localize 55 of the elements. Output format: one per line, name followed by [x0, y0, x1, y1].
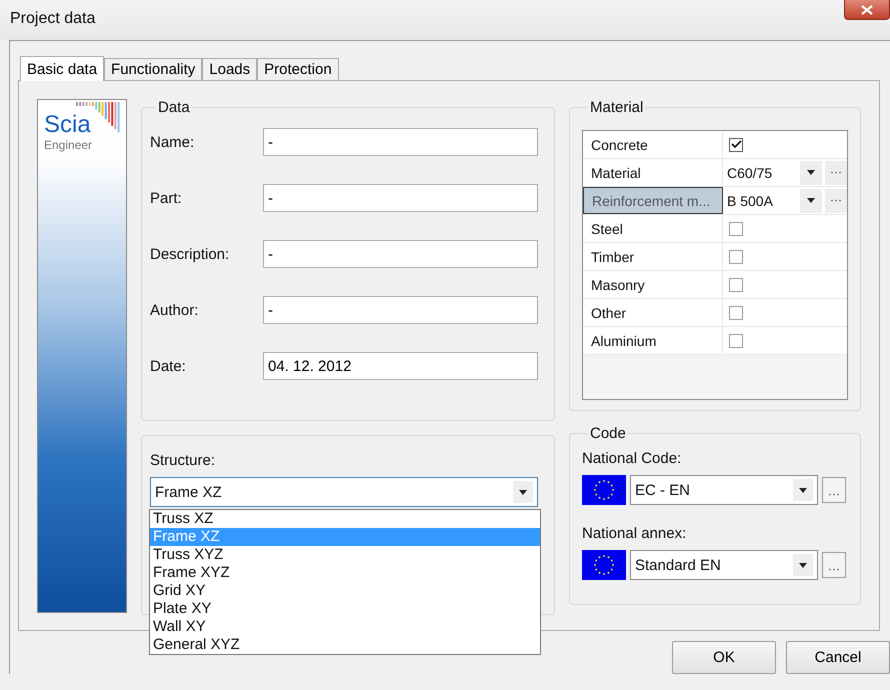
dropdown-option[interactable]: General XYZ: [150, 636, 540, 654]
dropdown-option[interactable]: Frame XYZ: [150, 564, 540, 582]
group-title: Material: [589, 99, 644, 116]
input-field[interactable]: -: [263, 240, 538, 268]
tab[interactable]: Loads: [202, 58, 258, 80]
dropdown-option[interactable]: Truss XYZ: [150, 546, 540, 564]
property-value: C60/75: [727, 164, 774, 180]
dialog-button[interactable]: OK: [672, 641, 776, 674]
dropdown-option[interactable]: Plate XY: [150, 600, 540, 618]
close-button[interactable]: [844, 0, 890, 20]
property-label[interactable]: Material: [583, 159, 723, 186]
tab[interactable]: Basic data: [20, 56, 104, 81]
dropdown-option[interactable]: Truss XZ: [150, 510, 540, 528]
property-value: B 500A: [727, 192, 774, 208]
dialog-button[interactable]: Cancel: [786, 641, 890, 674]
ellipsis-icon: [831, 171, 841, 174]
input-field[interactable]: -: [263, 184, 538, 212]
logo-text: Scia: [44, 112, 91, 138]
checkbox[interactable]: [729, 250, 743, 264]
ellipsis-button[interactable]: [822, 552, 846, 578]
checkbox[interactable]: [729, 278, 743, 292]
checkbox[interactable]: [729, 138, 743, 152]
input-field[interactable]: -: [263, 296, 538, 324]
structure-dropdown[interactable]: Frame XZ: [150, 477, 538, 507]
input-field[interactable]: -: [263, 128, 538, 156]
tab[interactable]: Functionality: [104, 58, 202, 80]
property-label[interactable]: Reinforcement m...: [583, 187, 723, 214]
tab[interactable]: Protection: [257, 58, 339, 80]
flag-icon: [582, 550, 626, 580]
ellipsis-icon: [831, 199, 841, 202]
code-dropdown[interactable]: Standard EN: [630, 550, 818, 580]
ellipsis-icon: [829, 493, 839, 496]
ellipsis-button[interactable]: [822, 477, 846, 503]
field-label: Date:: [150, 358, 186, 374]
field-label: Description:: [150, 246, 230, 262]
field-label: Structure:: [150, 452, 216, 469]
checkbox[interactable]: [729, 222, 743, 236]
dropdown-option[interactable]: Grid XY: [150, 582, 540, 600]
input-field[interactable]: 04. 12. 2012: [263, 352, 538, 380]
flag-icon: [582, 475, 626, 505]
field-label: Name:: [150, 134, 194, 150]
field-label: National annex:: [582, 525, 688, 542]
checkbox[interactable]: [729, 306, 743, 320]
field-label: Author:: [150, 302, 198, 318]
close-icon: [861, 4, 873, 14]
ellipsis-icon: [829, 568, 839, 571]
field-label: Part:: [150, 190, 182, 206]
code-dropdown[interactable]: EC - EN: [630, 475, 818, 505]
group-title: Code: [589, 425, 627, 442]
logo-subtext: Engineer: [44, 138, 92, 152]
dropdown-option[interactable]: Wall XY: [150, 618, 540, 636]
checkbox[interactable]: [729, 334, 743, 348]
field-label: National Code:: [582, 450, 682, 467]
group-title: Data: [157, 99, 191, 116]
window-title: Project data: [10, 10, 96, 28]
